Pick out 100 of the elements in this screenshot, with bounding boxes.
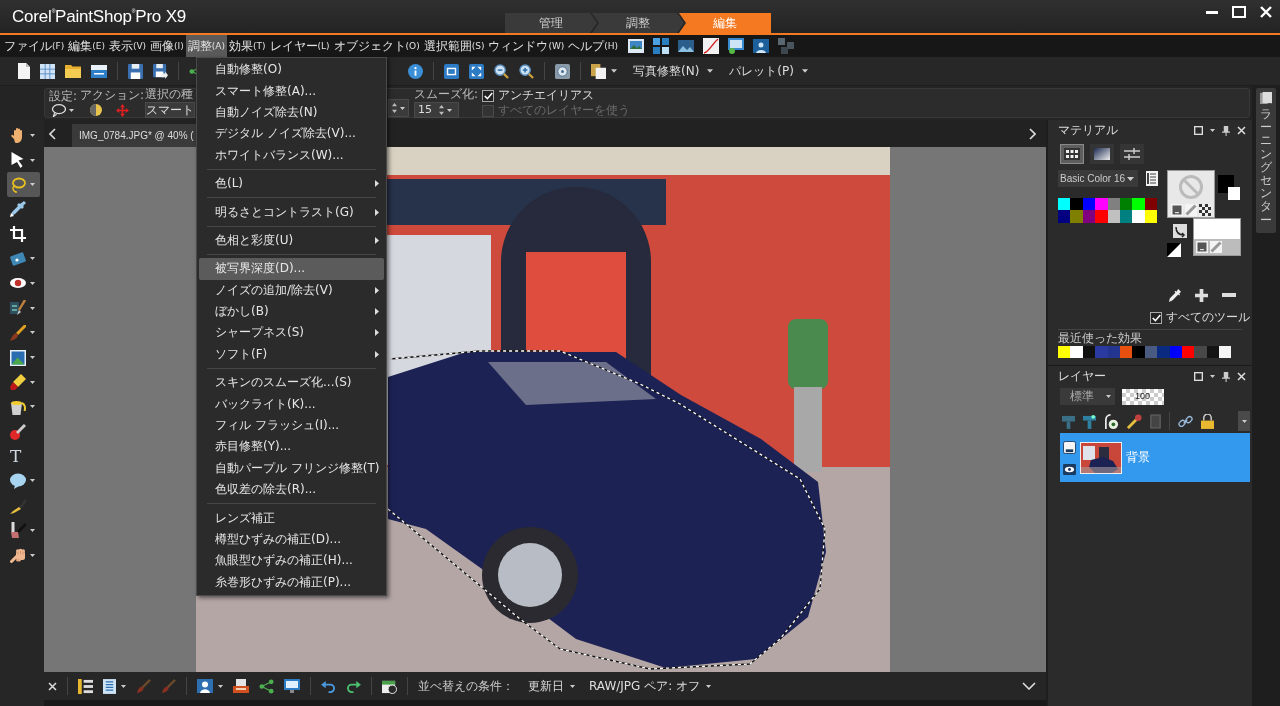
landscape-icon[interactable] [678,40,695,52]
zoom-out-icon[interactable] [494,63,509,79]
layer-page-icon[interactable] [1063,440,1076,454]
menu-item[interactable]: 効果(T) [227,35,268,57]
printer-icon[interactable] [233,679,249,693]
menu-item[interactable]: 自動修整(O) [199,59,384,81]
dropper-icon[interactable] [1168,288,1181,302]
layer-style-icon[interactable] [1104,413,1119,429]
effect-swatch[interactable] [1132,346,1145,358]
chevron-left-icon[interactable] [49,127,56,140]
learning-center-tab[interactable]: ラーニングセンター [1256,88,1276,233]
menu-item[interactable]: ホワイトバランス(W)... [199,144,384,166]
menu-item[interactable]: 色(L) [199,172,384,195]
menu-item[interactable]: 選択範囲(S) [421,35,487,57]
monitor-icon[interactable] [284,679,300,693]
undo-icon[interactable] [321,679,336,693]
menu-item[interactable]: 表示(V) [106,35,149,57]
palette-swatch[interactable] [1132,210,1145,223]
caret-icon[interactable] [1210,129,1215,132]
default-colors-icon[interactable] [1167,243,1181,257]
pin-icon[interactable] [1222,125,1230,136]
palette-swatch[interactable] [1132,198,1145,211]
window-icon[interactable] [1194,372,1203,381]
lock-icon[interactable] [1201,413,1214,429]
menu-item[interactable]: 明るさとコントラスト(G) [199,201,384,223]
chevron-down-icon[interactable] [1022,682,1036,690]
menu-item[interactable]: 魚眼型ひずみの補正(H)... [199,550,384,572]
menu-item[interactable]: レイヤー(L) [267,35,332,57]
checkbox[interactable] [1150,311,1162,324]
tiles-icon[interactable] [778,38,795,54]
menu-item[interactable]: ソフト(F) [199,343,384,366]
solid-style-icon[interactable] [1196,241,1208,253]
menu-item[interactable]: バックライト(K)... [199,393,384,415]
effect-swatch[interactable] [1194,346,1207,358]
palette-swatch[interactable] [1070,198,1083,211]
info-icon[interactable] [408,63,423,79]
foreground-swatch[interactable] [1167,170,1215,218]
new-layer-icon[interactable] [1083,413,1096,429]
effect-swatch[interactable] [1219,346,1232,358]
redo-icon[interactable] [346,679,361,693]
palettes-dropdown[interactable]: パレット(P) [729,62,808,80]
menu-item[interactable]: フィル フラッシュ(I)... [199,414,384,437]
chevron-right-icon[interactable] [1029,127,1036,140]
tool-button[interactable] [7,172,40,198]
menu-item[interactable]: 編集(E) [66,35,107,57]
sort-dropdown[interactable]: 更新日 [528,677,575,695]
wand-icon[interactable] [1127,413,1142,429]
four-way-arrow-icon[interactable] [116,103,129,117]
palette-swatch[interactable] [1058,210,1071,223]
menu-item[interactable]: 調整(A) [185,35,227,57]
palette-swatch[interactable] [1095,210,1108,223]
maximize-icon[interactable] [1232,6,1246,18]
background-swatch[interactable] [1193,218,1241,256]
menu-item[interactable]: レンズ補正 [199,507,384,529]
person-frame-icon[interactable] [753,39,770,53]
workspace-tab[interactable]: 調整 [592,13,684,33]
close-icon[interactable] [1237,126,1246,135]
grid-icon[interactable] [40,63,55,79]
minimize-icon[interactable] [1206,10,1218,14]
target-icon[interactable] [555,63,570,79]
pin-icon[interactable] [1222,371,1230,382]
solid-style-icon[interactable] [1171,204,1183,216]
half-circle-icon[interactable] [90,104,102,116]
raw-jpg-pair-dropdown[interactable]: RAW/JPG ペア: オフ [589,677,712,695]
palette-swatch[interactable] [1058,198,1071,211]
effect-swatch[interactable] [1157,346,1170,358]
menu-item[interactable]: スキンのスムーズ化...(S) [199,372,384,394]
close-icon[interactable] [48,681,57,691]
palette-list-icon[interactable] [1146,171,1158,186]
blend-mode-dropdown[interactable]: 標準 [1060,388,1115,405]
link-icon[interactable] [1178,413,1193,429]
menu-item[interactable]: 樽型ひずみの補正(D)... [199,528,384,551]
workspace-tab[interactable]: 管理 [505,13,597,33]
close-icon[interactable] [1237,372,1246,381]
checkbox[interactable] [482,89,494,102]
swap-icon[interactable] [1173,224,1187,238]
menu-item[interactable]: 糸巻形ひずみの補正(P)... [199,571,384,593]
menu-item[interactable]: ヘルプ(H) [566,35,621,57]
effect-swatch[interactable] [1058,346,1071,358]
document-tab[interactable]: IMG_0784.JPG* @ 40% ( [72,124,196,147]
view-tab[interactable] [1090,144,1114,164]
menu-item[interactable]: ファイル(F) [2,35,67,57]
menu-item[interactable]: デジタル ノイズ除去(V)... [199,123,384,145]
view-tab[interactable] [1120,144,1144,164]
actual-size-icon[interactable] [444,63,459,79]
menu-item[interactable]: 赤目修整(Y)... [199,436,384,458]
caret-icon[interactable] [1210,375,1215,378]
palette-dropdown[interactable]: Basic Color 16 [1058,170,1138,187]
image-frame-icon[interactable] [728,38,745,54]
effect-swatch[interactable] [1070,346,1083,358]
palette-swatch[interactable] [1095,198,1108,211]
menu-item[interactable]: シャープネス(S) [199,322,384,344]
menu-item[interactable]: ぼかし(B) [199,300,384,323]
smoothing-field[interactable]: 15 [414,102,459,118]
opacity-field[interactable]: 100 [1122,388,1164,405]
selection-type-dropdown[interactable]: スマート [145,102,195,118]
view-mode-button[interactable] [103,678,126,694]
menu-item[interactable]: 色相と彩度(U) [199,229,384,252]
menu-item[interactable]: ノイズの追加/除去(V) [199,279,384,301]
eye-icon[interactable] [1063,463,1076,475]
